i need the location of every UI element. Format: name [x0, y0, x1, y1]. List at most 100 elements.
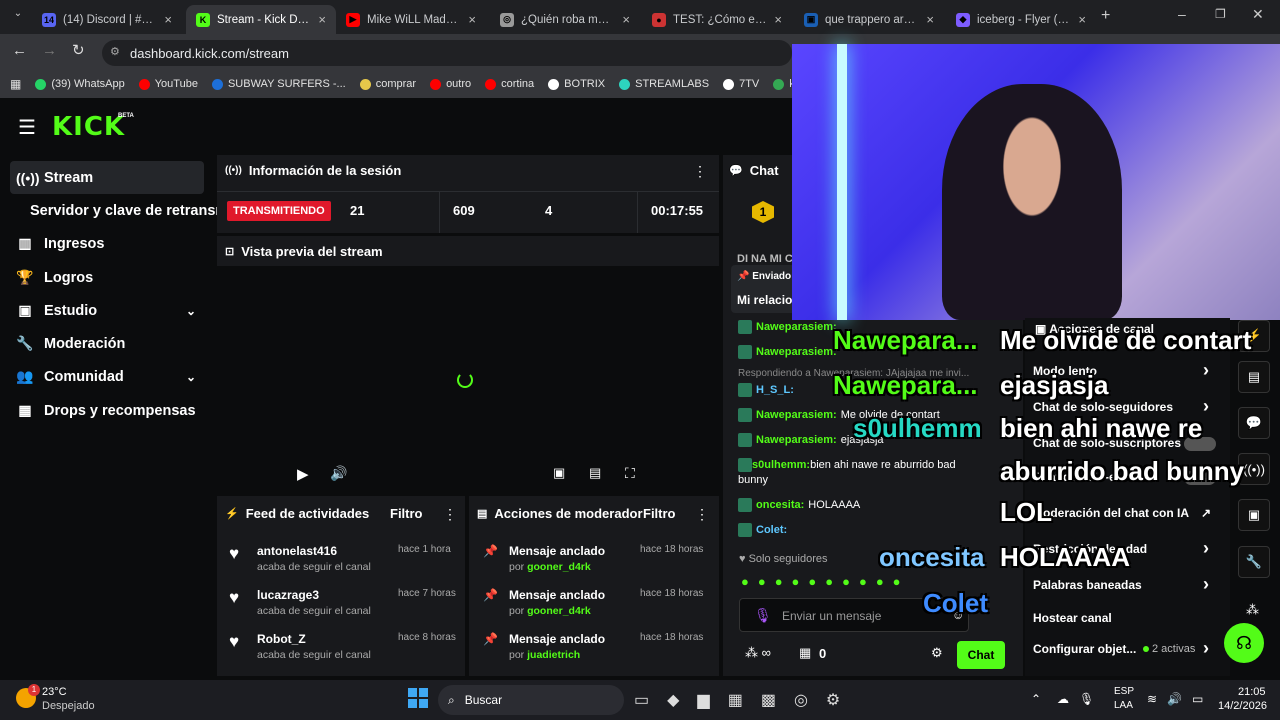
- menu-icon[interactable]: ☰: [18, 115, 36, 140]
- mod-action-item[interactable]: 📌 Mensaje anclado hace 18 horas por juadiet…: [469, 628, 719, 672]
- url-field[interactable]: ⚙ dashboard.kick.com/stream: [102, 40, 792, 66]
- apps-icon[interactable]: ▦: [10, 77, 21, 91]
- close-tab-icon[interactable]: ×: [318, 12, 326, 27]
- close-tab-icon[interactable]: ×: [1078, 12, 1086, 27]
- reload-icon[interactable]: ↻: [72, 41, 85, 59]
- tab-list-dropdown[interactable]: ⌄: [8, 8, 28, 26]
- feed-filter-button[interactable]: Filtro: [390, 506, 423, 521]
- chat-message[interactable]: oncesita: HOLAAAA: [738, 498, 860, 512]
- start-button[interactable]: [408, 688, 428, 708]
- chat-username[interactable]: Naweparasiem:: [756, 434, 837, 446]
- more-options-icon[interactable]: ⋮: [443, 506, 457, 523]
- send-chat-button[interactable]: Chat: [957, 641, 1005, 669]
- points-icon[interactable]: ⁂ ∞: [745, 645, 771, 661]
- bookmark-item[interactable]: STREAMLABS: [619, 78, 709, 90]
- tray-chevron-icon[interactable]: ⌃: [1031, 692, 1041, 706]
- more-options-icon[interactable]: ⋮: [693, 163, 707, 180]
- mod-filter-button[interactable]: Filtro: [643, 506, 676, 521]
- browser-tab[interactable]: ▣ que trappero argent ×: [794, 5, 944, 34]
- feed-item[interactable]: ♥ Robot_Z hace 8 horas acaba de seguir el c…: [217, 628, 465, 672]
- network-icon[interactable]: ⁂: [1246, 602, 1259, 618]
- clock-time[interactable]: 21:05: [1238, 686, 1266, 698]
- site-info-icon[interactable]: ⚙: [110, 45, 120, 58]
- channel-action-item[interactable]: Hostear canal: [1033, 611, 1213, 625]
- chat-message[interactable]: Naweparasiem:: [738, 345, 837, 359]
- chat-message[interactable]: Naweparasiem:: [738, 320, 837, 334]
- minimize-button[interactable]: –: [1178, 6, 1186, 22]
- nav-comunidad[interactable]: 👥 Comunidad ⌄: [10, 360, 204, 393]
- browser-tab[interactable]: ◎ ¿Quién roba más? - ×: [490, 5, 640, 34]
- close-tab-icon[interactable]: ×: [774, 12, 782, 27]
- chat-username[interactable]: Naweparasiem:: [756, 346, 837, 358]
- volume-icon[interactable]: 🔊: [330, 465, 347, 482]
- clock-date[interactable]: 14/2/2026: [1218, 700, 1267, 712]
- nav-drops[interactable]: ▦ Drops y recompensas: [10, 394, 204, 427]
- gift-icon[interactable]: ▦: [799, 645, 811, 661]
- chat-username[interactable]: Naweparasiem:: [756, 409, 837, 421]
- more-options-icon[interactable]: ⋮: [695, 506, 709, 523]
- maximize-button[interactable]: ❐: [1215, 7, 1226, 21]
- forward-icon[interactable]: →: [42, 42, 57, 59]
- close-tab-icon[interactable]: ×: [468, 12, 476, 27]
- bookmark-item[interactable]: cortina: [485, 78, 534, 90]
- pip-icon[interactable]: ▣: [553, 465, 565, 481]
- chat-username[interactable]: H_S_L:: [756, 384, 794, 396]
- mod-action-item[interactable]: 📌 Mensaje anclado hace 18 horas por gooner_…: [469, 540, 719, 584]
- nav-ingresos[interactable]: ▥ Ingresos: [10, 227, 204, 260]
- taskbar-search[interactable]: ⌕ Buscar: [438, 685, 624, 715]
- lang-code[interactable]: ESP: [1114, 686, 1134, 697]
- chat-message[interactable]: Colet:: [738, 523, 787, 537]
- play-icon[interactable]: ▶: [297, 465, 309, 483]
- mod-user[interactable]: gooner_d4rk: [527, 605, 591, 617]
- chat-username[interactable]: oncesita:: [756, 499, 804, 511]
- mod-action-item[interactable]: 📌 Mensaje anclado hace 18 horas por gooner_…: [469, 584, 719, 628]
- chat-username[interactable]: Colet:: [756, 524, 787, 536]
- close-tab-icon[interactable]: ×: [622, 12, 630, 27]
- feed-item[interactable]: ♥ lucazrage3 hace 7 horas acaba de seguir e…: [217, 584, 465, 628]
- bookmark-item[interactable]: 7TV: [723, 78, 759, 90]
- mic-icon[interactable]: 🎙: [754, 607, 772, 624]
- nav-moderacion[interactable]: 🔧 Moderación: [10, 327, 204, 360]
- back-icon[interactable]: ←: [12, 42, 27, 59]
- studio-button[interactable]: ▣: [1238, 499, 1270, 531]
- system-tray-icons[interactable]: ≋🔊▭: [1147, 692, 1213, 706]
- lang-code-2[interactable]: LAA: [1114, 700, 1133, 711]
- mod-user[interactable]: juadietrich: [527, 649, 580, 661]
- kick-logo[interactable]: KICK: [52, 112, 125, 142]
- support-headset-icon[interactable]: ☊: [1224, 623, 1264, 663]
- chat-message[interactable]: H_S_L:: [738, 383, 794, 397]
- chat-username[interactable]: Naweparasiem:: [756, 321, 837, 333]
- browser-tab[interactable]: 14 (14) Discord | #gener ×: [32, 5, 182, 34]
- nav-logros[interactable]: 🏆 Logros: [10, 261, 204, 294]
- fullscreen-icon[interactable]: ⛶: [625, 465, 635, 482]
- bookmark-item[interactable]: SUBWAY SURFERS -...: [211, 78, 346, 90]
- bookmark-item[interactable]: YouTube: [138, 78, 198, 90]
- new-tab-button[interactable]: +: [1101, 7, 1110, 25]
- browser-tab[interactable]: ● TEST: ¿Cómo es tu P ×: [642, 5, 792, 34]
- channel-action-item[interactable]: Palabras baneadas ›: [1033, 574, 1213, 594]
- channel-action-item[interactable]: Chat de solo-seguidores ›: [1033, 396, 1213, 416]
- bookmark-item[interactable]: BOTRIX: [548, 78, 605, 90]
- notes-button[interactable]: ▤: [1238, 361, 1270, 393]
- nav-server-key[interactable]: Servidor y clave de retransm: [24, 194, 224, 227]
- feed-item[interactable]: ♥ antonelast416 hace 1 hora acaba de seguir…: [217, 540, 465, 584]
- bookmark-item[interactable]: comprar: [359, 78, 416, 90]
- chat-button[interactable]: 💬: [1238, 407, 1270, 439]
- close-tab-icon[interactable]: ×: [926, 12, 934, 27]
- nav-estudio[interactable]: ▣ Estudio ⌄: [10, 294, 204, 327]
- chat-message[interactable]: s0ulhemm:bien ahi nawe re aburrido bad b…: [738, 458, 974, 488]
- close-tab-icon[interactable]: ×: [164, 12, 172, 27]
- browser-tab[interactable]: ◆ iceberg - Flyer (A4) ×: [946, 5, 1096, 34]
- theater-icon[interactable]: ▤: [589, 465, 601, 481]
- mod-tools-button[interactable]: 🔧: [1238, 546, 1270, 578]
- browser-tab[interactable]: ▶ Mike WiLL Made-It - ×: [336, 5, 486, 34]
- bookmark-item[interactable]: (39) WhatsApp: [35, 78, 125, 90]
- browser-tab[interactable]: K Stream - Kick Dashb ×: [186, 5, 336, 34]
- chat-username[interactable]: s0ulhemm:: [752, 459, 810, 471]
- pinned-message[interactable]: 📌 Enviado Mi relacio: [731, 265, 801, 313]
- nav-stream[interactable]: ((•)) Stream: [10, 161, 204, 194]
- close-window-button[interactable]: ✕: [1252, 6, 1264, 23]
- channel-action-item[interactable]: Moderación del chat con IA ↗: [1033, 506, 1213, 520]
- mod-user[interactable]: gooner_d4rk: [527, 561, 591, 573]
- chat-settings-icon[interactable]: ⚙: [931, 645, 943, 661]
